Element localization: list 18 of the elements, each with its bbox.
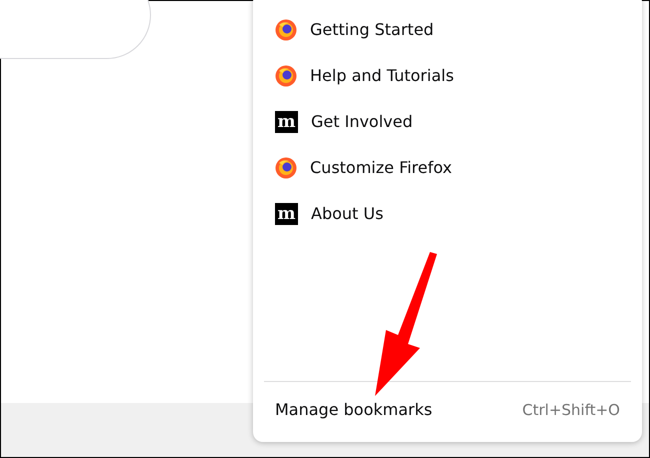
firefox-icon	[275, 65, 297, 87]
menu-item-label: Manage bookmarks	[275, 399, 432, 421]
firefox-icon	[275, 157, 297, 179]
menu-item-label: About Us	[311, 203, 384, 225]
shortcut-text: Ctrl+Shift+O	[522, 400, 620, 421]
bookmark-item[interactable]: Customize Firefox	[253, 145, 642, 191]
firefox-icon	[275, 19, 297, 41]
menu-item-label: Getting Started	[310, 19, 434, 41]
bookmark-item[interactable]: m About Us	[253, 191, 642, 237]
bookmark-item[interactable]: Getting Started	[253, 7, 642, 53]
manage-bookmarks-item[interactable]: Manage bookmarks Ctrl+Shift+O	[253, 382, 642, 438]
menu-item-label: Help and Tutorials	[310, 65, 454, 87]
mozilla-logo-icon: m	[275, 111, 298, 133]
menu-item-label: Customize Firefox	[310, 157, 452, 179]
mozilla-logo-icon: m	[275, 203, 298, 225]
menu-item-label: Get Involved	[311, 111, 413, 133]
bookmark-item[interactable]: Help and Tutorials	[253, 53, 642, 99]
bookmark-item[interactable]: m Get Involved	[253, 99, 642, 145]
